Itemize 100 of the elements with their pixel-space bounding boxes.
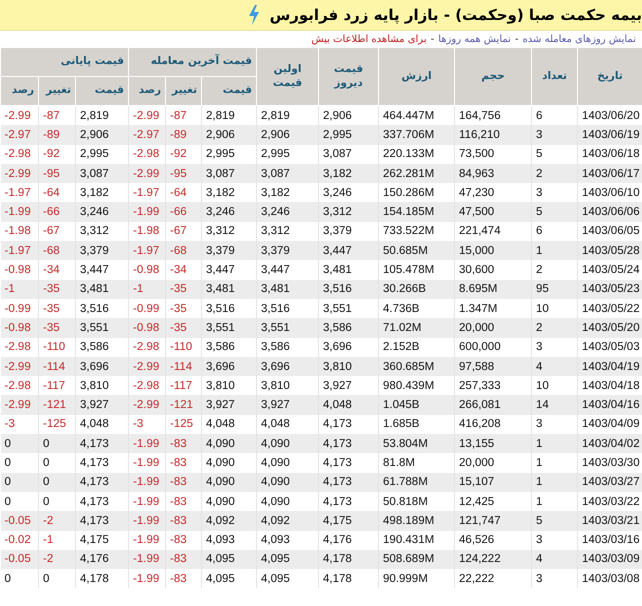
table-cell: 2,906: [256, 125, 319, 145]
table-cell: -121: [166, 395, 202, 415]
table-cell: 4,173: [76, 472, 129, 492]
table-cell: -35: [166, 280, 202, 299]
table-cell: 3: [532, 569, 578, 588]
table-cell: 4,090: [256, 434, 319, 454]
column-group-header: قیمت آخرین معامله: [128, 48, 257, 76]
table-cell: -66: [38, 202, 76, 222]
table-cell: -2.97: [0, 125, 39, 145]
table-cell: 0: [0, 434, 39, 454]
column-header: قیمت دیروز: [318, 48, 379, 106]
table-cell: 3,586: [318, 318, 379, 338]
table-cell: 0: [38, 434, 76, 454]
table-cell: 4,095: [256, 569, 319, 588]
table-cell: -2.99: [128, 164, 166, 184]
table-cell: -2.99: [0, 164, 39, 184]
table-cell: -114: [38, 356, 76, 376]
table-cell: 3,379: [256, 241, 319, 260]
table-cell: 20,000: [454, 318, 532, 338]
table-cell: -95: [166, 164, 202, 184]
filter-link[interactable]: نمایش روزهای معامله شده: [522, 34, 636, 45]
table-cell: 84,963: [454, 164, 532, 184]
table-cell: 22,222: [454, 569, 532, 588]
table-cell: -121: [38, 395, 76, 415]
table-cell: 116,210: [454, 125, 532, 145]
table-cell: 3,481: [256, 280, 319, 299]
table-cell: 4,090: [202, 472, 257, 492]
filter-link[interactable]: نمایش همه روزها: [438, 34, 511, 45]
table-cell: -83: [166, 472, 202, 492]
table-cell: 4: [532, 356, 578, 376]
table-cell: -83: [166, 569, 202, 588]
table-cell: 4,176: [76, 550, 129, 570]
table-cell: 8.695M: [454, 280, 532, 299]
table-cell: -89: [166, 125, 202, 145]
table-cell: 262.281M: [378, 164, 455, 184]
table-cell: -2: [38, 511, 76, 531]
table-cell: 1.045B: [378, 395, 455, 415]
table-cell: -0.98: [128, 318, 166, 338]
table-cell: 4: [532, 550, 578, 570]
table-cell: 4,173: [76, 511, 129, 531]
table-cell: 3,087: [76, 164, 129, 184]
column-header: قیمت: [76, 76, 129, 106]
table-cell: 1403/03/21: [578, 511, 642, 531]
table-cell: -114: [166, 356, 202, 376]
table-cell: -1.99: [128, 569, 166, 588]
table-cell: 97,588: [454, 356, 532, 376]
table-cell: -83: [166, 434, 202, 454]
table-cell: 3,696: [256, 356, 319, 376]
column-header: حجم: [454, 48, 532, 106]
table-cell: -1.99: [0, 202, 39, 222]
table-cell: 360.685M: [378, 356, 455, 376]
table-cell: -0.98: [0, 318, 39, 338]
table-cell: 1: [532, 472, 578, 492]
table-cell: 4,173: [318, 434, 379, 454]
table-cell: -35: [166, 318, 202, 338]
table-cell: 3,312: [318, 202, 379, 222]
column-header: رصد: [128, 76, 166, 106]
table-cell: 47,500: [454, 202, 532, 222]
table-cell: 1403/05/20: [578, 318, 642, 338]
table-cell: 1403/06/06: [578, 202, 642, 222]
table-cell: 4,178: [318, 569, 379, 588]
table-cell: -1.97: [0, 241, 39, 260]
column-header: تغییر: [38, 76, 76, 106]
table-cell: 1403/04/02: [578, 434, 642, 454]
lightning-icon: [248, 5, 260, 25]
table-cell: 4,090: [202, 434, 257, 454]
column-header: ارزش: [378, 48, 455, 106]
table-cell: 0: [0, 472, 39, 492]
table-cell: -95: [38, 164, 76, 184]
table-cell: -1.99: [128, 511, 166, 531]
table-cell: -1: [128, 280, 166, 299]
table-cell: 0: [0, 569, 39, 588]
column-header: تعداد: [532, 48, 578, 106]
table-cell: 15,107: [454, 472, 532, 492]
table-cell: 1403/03/08: [578, 569, 642, 588]
table-cell: 4,173: [76, 434, 129, 454]
table-cell: 4,095: [256, 550, 319, 570]
table-cell: 3,379: [202, 241, 257, 260]
table-cell: 3,516: [318, 280, 379, 299]
table-cell: -1.99: [128, 434, 166, 454]
table-cell: 124,222: [454, 550, 532, 570]
column-group-header: قیمت پایانی: [0, 48, 129, 76]
page-title: بیمه حکمت صبا (وحکمت) - بازار پایه زرد فرابورس: [270, 6, 642, 24]
table-cell: -83: [166, 511, 202, 531]
table-cell: 3,246: [256, 202, 319, 222]
table-cell: 1403/04/16: [578, 395, 642, 415]
table-cell: 1403/06/17: [578, 164, 642, 184]
table-cell: 5: [532, 511, 578, 531]
table-cell: -2.97: [128, 125, 166, 145]
table-cell: 4,175: [318, 511, 379, 531]
info-link[interactable]: برای مشاهده اطلاعات بیش: [311, 34, 427, 45]
table-cell: 1: [532, 434, 578, 454]
table-cell: 3,927: [76, 395, 129, 415]
table-cell: -1.99: [128, 202, 166, 222]
table-cell: 4,095: [202, 550, 257, 570]
table-cell: -2.99: [128, 395, 166, 415]
table-cell: 3,927: [202, 395, 257, 415]
table-cell: 3,481: [202, 280, 257, 299]
table-cell: -2: [38, 550, 76, 570]
table-cell: 53.804M: [378, 434, 455, 454]
